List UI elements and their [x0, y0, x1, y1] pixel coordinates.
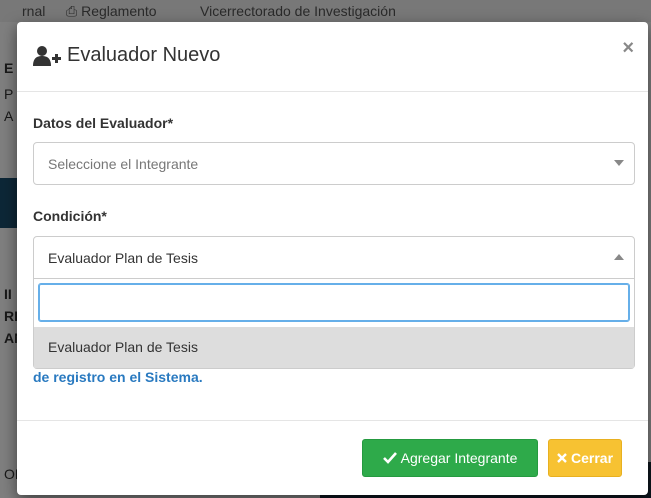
dropdown-option[interactable]: Evaluador Plan de Tesis — [34, 327, 634, 368]
condicion-selected-value: Evaluador Plan de Tesis — [48, 250, 198, 266]
close-icon[interactable]: × — [622, 38, 634, 58]
modal-title-text: Evaluador Nuevo — [67, 44, 221, 66]
chevron-up-icon — [614, 254, 624, 260]
modal-title: Evaluador Nuevo — [33, 44, 220, 67]
dropdown-option-label: Evaluador Plan de Tesis — [48, 339, 198, 355]
modal-header: Evaluador Nuevo × — [17, 22, 648, 92]
evaluador-modal: Evaluador Nuevo × Datos del Evaluador* S… — [17, 22, 648, 495]
condicion-dropdown: Evaluador Plan de Tesis — [33, 279, 635, 369]
condicion-label: Condición* — [33, 208, 107, 224]
registro-link[interactable]: de registro en el Sistema. — [33, 369, 203, 385]
modal-footer: Agregar Integrante Cerrar — [17, 420, 648, 495]
cerrar-button[interactable]: Cerrar — [548, 439, 622, 477]
evaluador-placeholder: Seleccione el Integrante — [48, 156, 199, 172]
cerrar-label: Cerrar — [570, 450, 614, 466]
chevron-down-icon — [614, 160, 624, 166]
condicion-search-input[interactable] — [38, 283, 630, 322]
evaluador-label: Datos del Evaluador* — [33, 115, 174, 131]
agregar-integrante-label: Agregar Integrante — [400, 450, 518, 466]
times-icon — [557, 453, 567, 463]
condicion-select[interactable]: Evaluador Plan de Tesis — [33, 236, 635, 279]
check-icon — [382, 452, 397, 464]
agregar-integrante-button[interactable]: Agregar Integrante — [362, 439, 538, 477]
user-plus-icon — [33, 45, 63, 67]
evaluador-select[interactable]: Seleccione el Integrante — [33, 142, 635, 185]
